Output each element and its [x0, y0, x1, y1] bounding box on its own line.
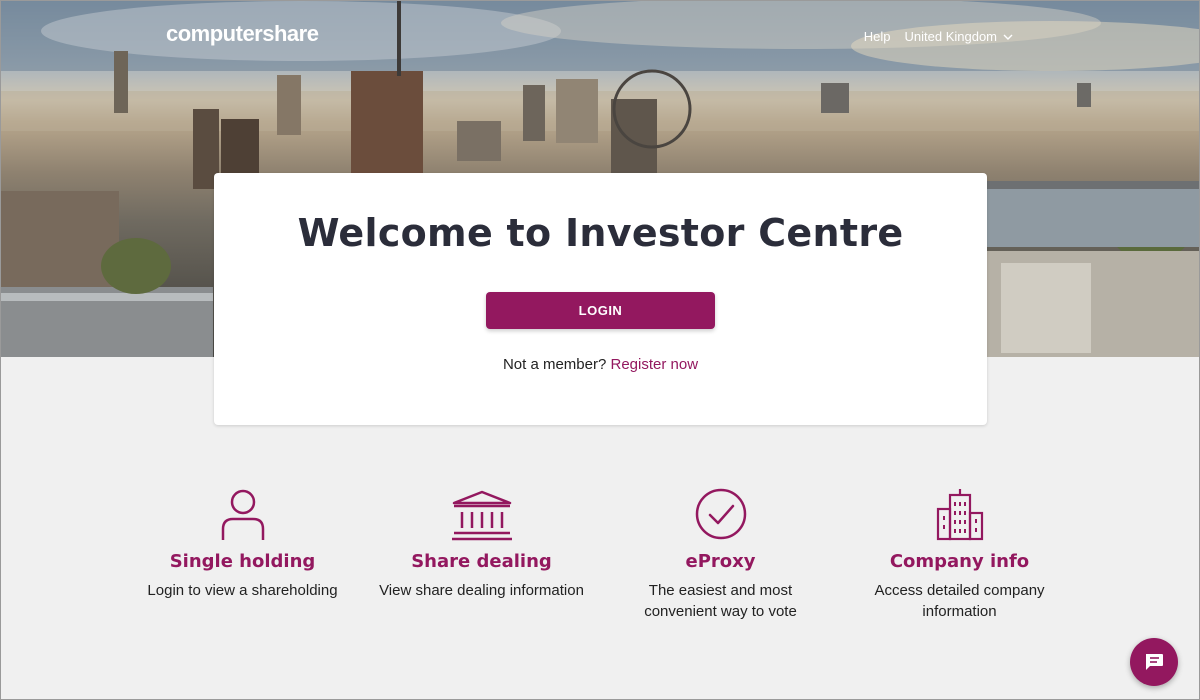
- logo-text: computershare: [166, 21, 319, 46]
- feature-title: eProxy: [685, 551, 756, 572]
- feature-single-holding[interactable]: Single holding Login to view a sharehold…: [123, 479, 362, 622]
- not-member-text: Not a member?: [502, 356, 607, 373]
- bank-building-icon: [451, 490, 512, 541]
- feature-description: Login to view a shareholding: [147, 582, 338, 599]
- help-link[interactable]: Help: [864, 29, 891, 44]
- computershare-logo[interactable]: computershare: [166, 21, 319, 47]
- register-prompt: Not a member? Register now: [214, 356, 987, 373]
- feature-title: Single holding: [169, 551, 316, 572]
- feature-eproxy[interactable]: eProxy The easiest and most convenient w…: [601, 479, 840, 622]
- page-title: Welcome to Investor Centre: [297, 211, 904, 255]
- chat-bubble-icon: [1146, 654, 1163, 670]
- office-buildings-icon: [936, 489, 983, 541]
- chevron-down-icon: [1003, 34, 1013, 40]
- top-nav: Help United Kingdom: [864, 29, 1013, 44]
- feature-company-info[interactable]: Company info Access detailed company inf…: [840, 479, 1079, 622]
- feature-description: View share dealing information: [379, 582, 584, 599]
- feature-description: Access detailed company information: [874, 582, 1045, 620]
- chat-button[interactable]: [1130, 638, 1178, 686]
- feature-title: Share dealing: [411, 551, 552, 572]
- check-circle-icon: [695, 488, 746, 540]
- feature-title: Company info: [889, 551, 1030, 572]
- login-card: Welcome to Investor Centre LOGIN Not a m…: [214, 173, 987, 425]
- login-button[interactable]: LOGIN: [486, 292, 715, 329]
- country-label: United Kingdom: [904, 29, 998, 44]
- register-now-link[interactable]: Register now: [611, 356, 699, 373]
- feature-description: The easiest and most convenient way to v…: [644, 582, 797, 620]
- country-selector[interactable]: United Kingdom: [905, 29, 1014, 44]
- feature-share-dealing[interactable]: Share dealing View share dealing informa…: [362, 479, 601, 622]
- feature-list: Single holding Login to view a sharehold…: [123, 479, 1079, 622]
- person-icon: [221, 489, 264, 540]
